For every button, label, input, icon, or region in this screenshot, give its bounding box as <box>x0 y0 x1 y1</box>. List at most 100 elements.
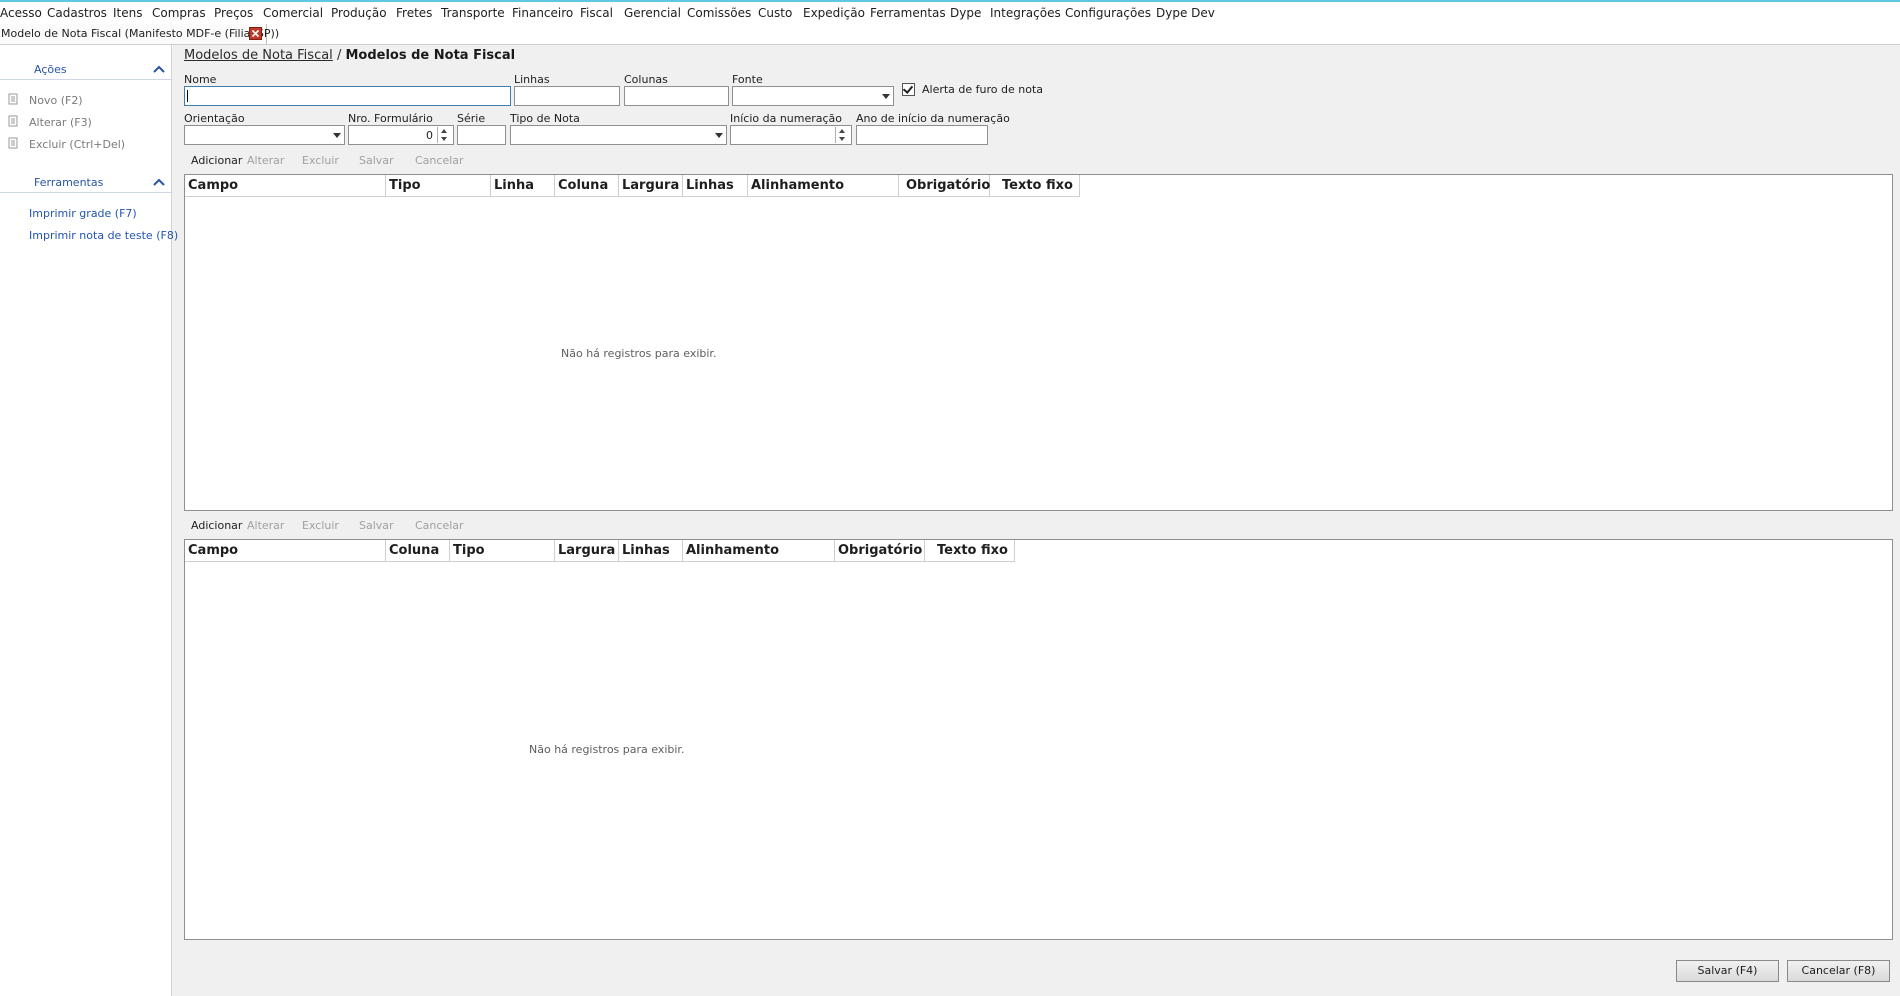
menu-cadastros[interactable]: Cadastros <box>47 6 107 20</box>
grid1-add-button[interactable]: Adicionar <box>191 154 242 167</box>
menu-producao[interactable]: Produção <box>331 6 387 20</box>
column-header[interactable]: Linhas <box>683 175 748 197</box>
empty-message: Não há registros para exibir. <box>529 743 685 756</box>
grid1-save-button[interactable]: Salvar <box>359 154 394 167</box>
nro-formulario-value: 0 <box>426 129 433 142</box>
menu-dype-dev[interactable]: Dype Dev <box>1156 6 1215 20</box>
spinner-buttons[interactable] <box>835 127 850 143</box>
menu-compras[interactable]: Compras <box>152 6 206 20</box>
spin-up-icon[interactable] <box>441 129 447 133</box>
itens-grid[interactable]: Campo Coluna Tipo Largura Linhas Alinham… <box>184 539 1893 940</box>
column-header[interactable]: Alinhamento <box>683 540 835 562</box>
spin-down-icon[interactable] <box>441 137 447 141</box>
imprimir-grade-link[interactable]: Imprimir grade (F7) <box>29 207 137 220</box>
grid2-delete-button[interactable]: Excluir <box>302 519 339 532</box>
novo-action[interactable]: Novo (F2) <box>29 94 83 107</box>
column-header[interactable]: Tipo <box>386 175 491 197</box>
excluir-action[interactable]: Excluir (Ctrl+Del) <box>29 138 125 151</box>
alterar-action[interactable]: Alterar (F3) <box>29 116 92 129</box>
text-caret <box>187 90 188 102</box>
grid2-edit-button[interactable]: Alterar <box>247 519 284 532</box>
divider <box>0 79 171 80</box>
tab-modelo-nota-fiscal[interactable]: Modelo de Nota Fiscal (Manifesto MDF-e (… <box>0 24 279 44</box>
menu-custo[interactable]: Custo <box>758 6 792 20</box>
column-header[interactable]: Largura <box>555 540 619 562</box>
sidebar: Ações Novo (F2) Alterar (F3) Excluir (Ct… <box>0 45 178 996</box>
menu-gerencial[interactable]: Gerencial <box>624 6 681 20</box>
dropdown-arrow-icon <box>333 133 341 138</box>
ferramentas-header: Ferramentas <box>34 176 104 189</box>
breadcrumb-separator: / <box>336 48 342 63</box>
menu-acesso[interactable]: Acesso <box>0 6 42 20</box>
menu-comercial[interactable]: Comercial <box>263 6 323 20</box>
grid1-edit-button[interactable]: Alterar <box>247 154 284 167</box>
chevron-up-icon[interactable] <box>152 178 166 188</box>
menu-financeiro[interactable]: Financeiro <box>512 6 573 20</box>
page-title: Modelos de Nota Fiscal <box>345 48 516 63</box>
ano-inicio-label: Ano de início da numeração <box>856 112 1010 125</box>
menu-fretes[interactable]: Fretes <box>396 6 432 20</box>
menu-ferramentas[interactable]: Ferramentas <box>870 6 946 20</box>
fonte-label: Fonte <box>732 73 763 86</box>
close-icon[interactable] <box>249 27 262 40</box>
spinner-buttons[interactable] <box>437 127 452 143</box>
column-header[interactable]: Largura <box>619 175 683 197</box>
menu-integracoes[interactable]: Integrações <box>990 6 1061 20</box>
column-header[interactable]: Alinhamento <box>748 175 899 197</box>
menu-expedicao[interactable]: Expedição <box>803 6 865 20</box>
imprimir-nota-teste-link[interactable]: Imprimir nota de teste (F8) <box>29 229 178 242</box>
colunas-input[interactable] <box>624 86 729 106</box>
column-header[interactable]: Linhas <box>619 540 683 562</box>
column-header[interactable]: Coluna <box>555 175 619 197</box>
cancel-button[interactable]: Cancelar (F8) <box>1787 960 1890 982</box>
nome-label: Nome <box>184 73 217 86</box>
tab-strip: Modelo de Nota Fiscal (Manifesto MDF-e (… <box>0 24 1900 45</box>
colunas-label: Colunas <box>624 73 668 86</box>
menu-transporte[interactable]: Transporte <box>441 6 505 20</box>
ano-inicio-input[interactable] <box>856 125 988 145</box>
chevron-up-icon[interactable] <box>152 65 166 75</box>
checkmark-icon <box>902 83 914 94</box>
fonte-select[interactable] <box>732 86 894 106</box>
column-header[interactable]: Linha <box>491 175 555 197</box>
linhas-input[interactable] <box>514 86 620 106</box>
tipo-nota-select[interactable] <box>510 125 727 145</box>
serie-input[interactable] <box>457 125 506 145</box>
save-button[interactable]: Salvar (F4) <box>1676 960 1779 982</box>
menu-bar: Acesso Cadastros Itens Compras Preços Co… <box>0 2 1900 24</box>
grid1-cancel-button[interactable]: Cancelar <box>415 154 464 167</box>
column-header[interactable]: Obrigatório <box>835 540 925 562</box>
column-header[interactable]: Campo <box>185 540 386 562</box>
menu-precos[interactable]: Preços <box>214 6 253 20</box>
column-header[interactable]: Texto fixo <box>990 175 1080 197</box>
column-header[interactable]: Coluna <box>386 540 450 562</box>
grid2-save-button[interactable]: Salvar <box>359 519 394 532</box>
column-header[interactable]: Tipo <box>450 540 555 562</box>
grid2-add-button[interactable]: Adicionar <box>191 519 242 532</box>
menu-itens[interactable]: Itens <box>113 6 142 20</box>
campos-grid[interactable]: Campo Tipo Linha Coluna Largura Linhas A… <box>184 174 1893 511</box>
menu-comissoes[interactable]: Comissões <box>687 6 751 20</box>
column-header[interactable]: Obrigatório <box>899 175 990 197</box>
orientacao-select[interactable] <box>184 125 345 145</box>
menu-dype[interactable]: Dype <box>950 6 981 20</box>
spin-up-icon[interactable] <box>839 129 845 133</box>
delete-document-icon <box>8 137 18 149</box>
inicio-numeracao-label: Início da numeração <box>730 112 843 125</box>
alerta-furo-checkbox[interactable] <box>902 83 915 96</box>
spin-down-icon[interactable] <box>839 137 845 141</box>
nro-formulario-label: Nro. Formulário <box>348 112 433 125</box>
breadcrumb-link[interactable]: Modelos de Nota Fiscal <box>184 48 333 63</box>
orientacao-label: Orientação <box>184 112 245 125</box>
acoes-header: Ações <box>34 63 67 76</box>
nro-formulario-stepper[interactable]: 0 <box>348 125 454 145</box>
nome-input[interactable] <box>184 86 511 106</box>
inicio-numeracao-stepper[interactable] <box>730 125 852 145</box>
menu-fiscal[interactable]: Fiscal <box>580 6 613 20</box>
column-header[interactable]: Campo <box>185 175 386 197</box>
menu-configuracoes[interactable]: Configurações <box>1065 6 1151 20</box>
grid1-delete-button[interactable]: Excluir <box>302 154 339 167</box>
dropdown-arrow-icon <box>882 94 890 99</box>
grid2-cancel-button[interactable]: Cancelar <box>415 519 464 532</box>
column-header[interactable]: Texto fixo <box>925 540 1015 562</box>
